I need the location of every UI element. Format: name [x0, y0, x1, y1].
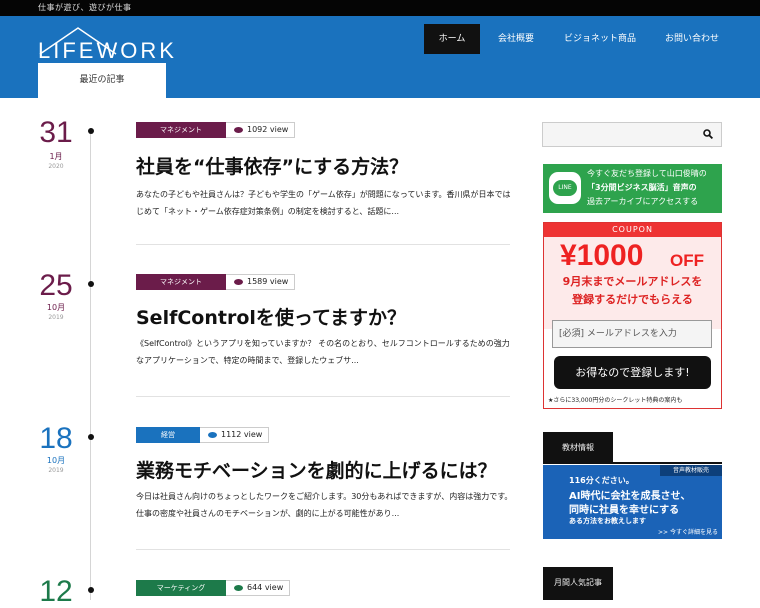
email-field[interactable]: [必須] メールアドレスを入力 [552, 320, 712, 348]
timeline-dot [88, 434, 94, 440]
tab-recent-posts[interactable]: 最近の記事 [38, 63, 166, 98]
category-badge[interactable]: マーケティング [136, 580, 226, 596]
eye-icon [208, 432, 217, 438]
nav-company[interactable]: 会社概要 [484, 24, 548, 54]
divider [136, 396, 510, 397]
post-year: 2020 [48, 163, 64, 170]
post-title[interactable]: SelfControlを使ってますか？ [136, 303, 406, 330]
post-month: 10月 [46, 456, 66, 465]
view-count-text: 1589 view [247, 277, 289, 286]
coupon-banner: COUPON ¥1000 OFF 9月末までメールアドレスを 登録するだけでもら… [543, 222, 722, 409]
main-nav: ホーム 会社概要 ビジョネット商品 お問い合わせ [424, 24, 732, 54]
eye-icon [234, 585, 243, 591]
banner-text: AI時代に会社を成長させ、 [569, 491, 691, 502]
eye-icon [234, 127, 243, 133]
eye-icon [234, 279, 243, 285]
view-count: 1589 view [226, 274, 296, 290]
line-banner-text: 今すぐ友だち登録して山口俊晴の [587, 169, 707, 178]
post-title[interactable]: 業務モチベーションを劇的に上げるには？ [136, 456, 497, 483]
line-banner-text: 過去アーカイブにアクセスする [587, 197, 699, 206]
timeline-dot [88, 128, 94, 134]
line-banner-text: 「3分間ビジネス脳活」音声の [587, 183, 697, 192]
teaching-material-banner[interactable]: 音声教材販売 116分ください。 AI時代に会社を成長させ、 同時に社員を幸せに… [543, 465, 722, 539]
nav-products[interactable]: ビジョネット商品 [548, 24, 652, 54]
tagline: 仕事が遊び、遊びが仕事 [0, 0, 760, 16]
view-count-text: 1092 view [247, 125, 289, 134]
post-day: 25 [39, 269, 73, 302]
widget-divider [543, 462, 722, 464]
divider [136, 549, 510, 550]
view-count: 1112 view [200, 427, 270, 443]
timeline-line [90, 128, 91, 600]
category-badge[interactable]: マネジメント [136, 122, 226, 138]
line-badge-text: LINE [553, 180, 577, 196]
post-year: 2019 [48, 467, 64, 474]
category-badge[interactable]: マネジメント [136, 274, 226, 290]
register-button[interactable]: お得なので登録します! [554, 356, 711, 389]
post-list: 31 1月 2020 マネジメント 1092 view 社員を“仕事依存”にする… [0, 98, 540, 607]
banner-cta[interactable]: >> 今すぐ詳細を見る [658, 527, 718, 536]
coupon-text: 登録するだけでもらえる [572, 293, 693, 306]
coupon-footnote: ★さらに33,000円分のシークレット特典の案内も [548, 397, 683, 404]
coupon-text: 9月末までメールアドレスを [562, 275, 703, 288]
line-icon: LINE [549, 172, 581, 204]
banner-text: 同時に社員を幸せにする [569, 505, 680, 516]
coupon-off: OFF [670, 251, 704, 270]
coupon-amount: ¥1000 [560, 239, 644, 272]
banner-text: 116分ください。 [569, 476, 634, 485]
post-excerpt: 今日は社員さん向けのちょっとしたワークをご紹介します。30分もあればできますが、… [136, 492, 513, 518]
coupon-header: COUPON [544, 223, 721, 237]
timeline-dot [88, 587, 94, 593]
post-year: 2019 [48, 314, 64, 321]
post-month: 1月 [49, 152, 63, 161]
nav-home[interactable]: ホーム [424, 24, 480, 54]
widget-title: 月間人気記事 [543, 567, 613, 600]
post-day: 31 [39, 116, 73, 149]
view-count-text: 1112 view [221, 430, 263, 439]
post-excerpt: 《SelfControl》というアプリを知っていますか？ その名のとおり、セルフ… [136, 339, 510, 365]
nav-contact[interactable]: お問い合わせ [652, 24, 732, 54]
line-banner[interactable]: LINE 今すぐ友だち登録して山口俊晴の 「3分間ビジネス脳活」音声の 過去アー… [543, 164, 722, 213]
site-logo[interactable]: LIFEWORK [38, 24, 174, 63]
divider [136, 244, 510, 245]
view-count: 644 view [226, 580, 291, 596]
search-icon[interactable] [703, 129, 713, 139]
site-header: LIFEWORK ホーム 会社概要 ビジョネット商品 お問い合わせ 最近の記事 [0, 16, 760, 98]
view-count-text: 644 view [247, 583, 284, 592]
timeline-dot [88, 281, 94, 287]
post-title[interactable]: 社員を“仕事依存”にする方法？ [136, 152, 408, 179]
search-box[interactable] [542, 122, 722, 147]
widget-title: 教材情報 [543, 432, 613, 464]
banner-text: ある方法をお教えします [569, 517, 646, 525]
post-day: 18 [39, 422, 73, 455]
banner-tag: 音声教材販売 [660, 465, 722, 476]
view-count: 1092 view [226, 122, 296, 138]
category-badge[interactable]: 経営 [136, 427, 200, 443]
post-day: 12 [39, 575, 73, 608]
post-excerpt: あなたの子どもや社員さんは？子どもや学生の「ゲーム依存」が問題になっています。香… [136, 190, 511, 216]
post-month: 10月 [46, 303, 66, 312]
